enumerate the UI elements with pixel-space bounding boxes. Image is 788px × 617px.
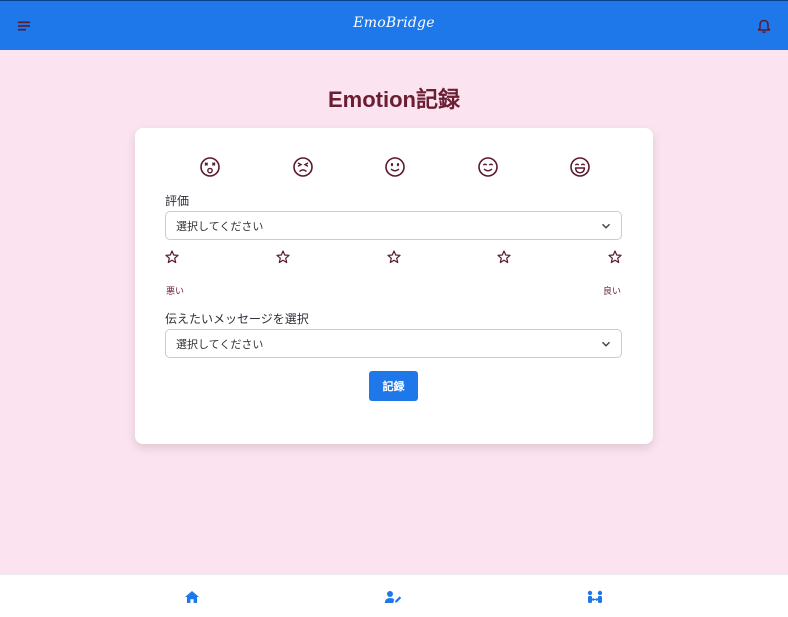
message-select[interactable]: 選択してください bbox=[165, 329, 622, 358]
smile-face-icon[interactable] bbox=[477, 156, 499, 178]
rating-select[interactable]: 選択してください bbox=[165, 211, 622, 240]
home-icon[interactable] bbox=[183, 588, 201, 606]
bottom-navigation bbox=[0, 574, 788, 617]
dizzy-face-icon[interactable] bbox=[199, 156, 221, 178]
star-rating bbox=[165, 250, 622, 266]
angry-face-icon[interactable] bbox=[292, 156, 314, 178]
message-select-value: 選択してください bbox=[176, 338, 264, 351]
page-title: Emotion記録 bbox=[328, 87, 460, 112]
scale-bad-label: 悪い bbox=[166, 286, 185, 296]
star-icon[interactable] bbox=[276, 250, 290, 264]
star-icon[interactable] bbox=[165, 250, 179, 264]
chevron-down-icon bbox=[601, 223, 611, 229]
message-label: 伝えたいメッセージを選択 bbox=[165, 312, 309, 326]
chevron-down-icon bbox=[601, 341, 611, 347]
record-button[interactable]: 記録 bbox=[369, 371, 418, 401]
neutral-face-icon[interactable] bbox=[384, 156, 406, 178]
star-icon[interactable] bbox=[608, 250, 622, 264]
scale-good-label: 良い bbox=[602, 286, 621, 296]
emotion-form-card: 評価 選択してください 悪い 良い 伝えたいメッセージを選択 選択してください … bbox=[135, 128, 653, 444]
rating-select-value: 選択してください bbox=[176, 220, 264, 233]
star-icon[interactable] bbox=[497, 250, 511, 264]
emotion-face-selector bbox=[199, 156, 591, 178]
star-icon[interactable] bbox=[386, 250, 401, 264]
app-brand: EmoBridge bbox=[353, 15, 435, 31]
bell-icon[interactable] bbox=[754, 16, 774, 36]
people-arrows-icon[interactable] bbox=[586, 588, 604, 606]
top-app-bar: EmoBridge bbox=[0, 0, 788, 50]
user-edit-icon[interactable] bbox=[384, 588, 402, 606]
laugh-face-icon[interactable] bbox=[569, 156, 591, 178]
rating-label: 評価 bbox=[165, 194, 190, 208]
